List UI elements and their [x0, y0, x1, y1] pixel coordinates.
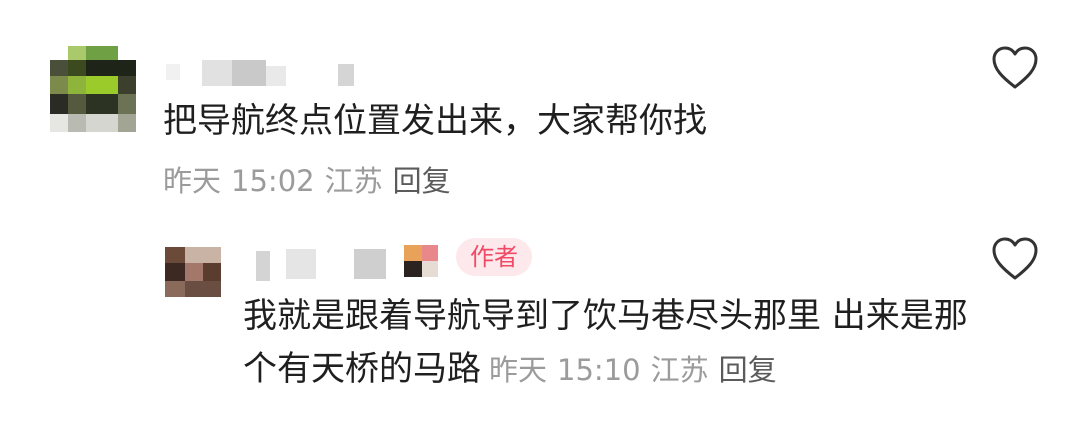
reply-button[interactable]: 回复: [719, 353, 777, 387]
avatar-pixel: [50, 60, 68, 76]
name-pixel: [422, 245, 438, 261]
name-pixel: [232, 60, 266, 86]
name-pixel: [166, 64, 180, 80]
avatar-pixel: [86, 76, 118, 94]
avatar-pixel: [86, 60, 136, 76]
reply-avatar[interactable]: [165, 247, 221, 297]
reply-username-blurred[interactable]: [250, 243, 440, 281]
name-pixel: [404, 245, 422, 261]
heart-outline-icon: [992, 46, 1038, 89]
name-pixel: [422, 261, 438, 277]
avatar-pixel: [68, 46, 86, 60]
avatar-pixel: [185, 247, 221, 263]
name-pixel: [256, 251, 270, 281]
reply-time: 15:10: [557, 353, 641, 387]
avatar-pixel: [50, 94, 68, 114]
name-pixel: [266, 66, 286, 86]
avatar-pixel: [118, 114, 136, 132]
name-pixel: [338, 64, 354, 86]
name-pixel: [354, 249, 386, 279]
avatar-pixel: [68, 60, 86, 76]
reply-meta: 昨天 15:10 江苏 回复: [489, 353, 777, 387]
avatar-pixel: [68, 114, 86, 132]
avatar-pixel: [203, 263, 221, 281]
username-blurred[interactable]: [166, 60, 356, 86]
avatar-pixel: [50, 76, 68, 94]
avatar[interactable]: [50, 46, 136, 132]
avatar-pixel: [86, 46, 118, 60]
avatar-pixel: [118, 76, 136, 94]
comment-date: 昨天: [163, 164, 222, 198]
comment-time: 15:02: [231, 164, 315, 198]
avatar-pixel: [165, 263, 185, 281]
reply-content: 我就是跟着导航导到了饮马巷尽头那里 出来是那个有天桥的马路 昨天 15:10 江苏 回复: [243, 290, 973, 397]
avatar-pixel: [118, 94, 136, 114]
heart-outline-icon: [992, 237, 1038, 280]
avatar-pixel: [50, 114, 68, 132]
avatar-pixel: [68, 76, 86, 94]
avatar-pixel: [185, 263, 203, 281]
avatar-pixel: [185, 281, 221, 297]
reply-location: 江苏: [650, 353, 709, 387]
author-badge: 作者: [456, 238, 532, 276]
like-button[interactable]: [990, 45, 1040, 91]
avatar-pixel: [86, 94, 118, 114]
avatar-pixel: [86, 114, 118, 132]
reply-button[interactable]: 回复: [393, 164, 451, 198]
avatar-pixel: [165, 281, 185, 297]
avatar-pixel: [68, 94, 86, 114]
reply-like-button[interactable]: [990, 236, 1040, 282]
name-pixel: [286, 249, 316, 279]
comment-text: 把导航终点位置发出来，大家帮你找: [163, 101, 707, 141]
comment-meta: 昨天 15:02 江苏 回复: [163, 162, 451, 200]
name-pixel: [404, 261, 422, 277]
name-pixel: [202, 60, 232, 86]
comment-location: 江苏: [324, 164, 383, 198]
reply-date: 昨天: [489, 353, 548, 387]
avatar-pixel: [165, 247, 185, 263]
